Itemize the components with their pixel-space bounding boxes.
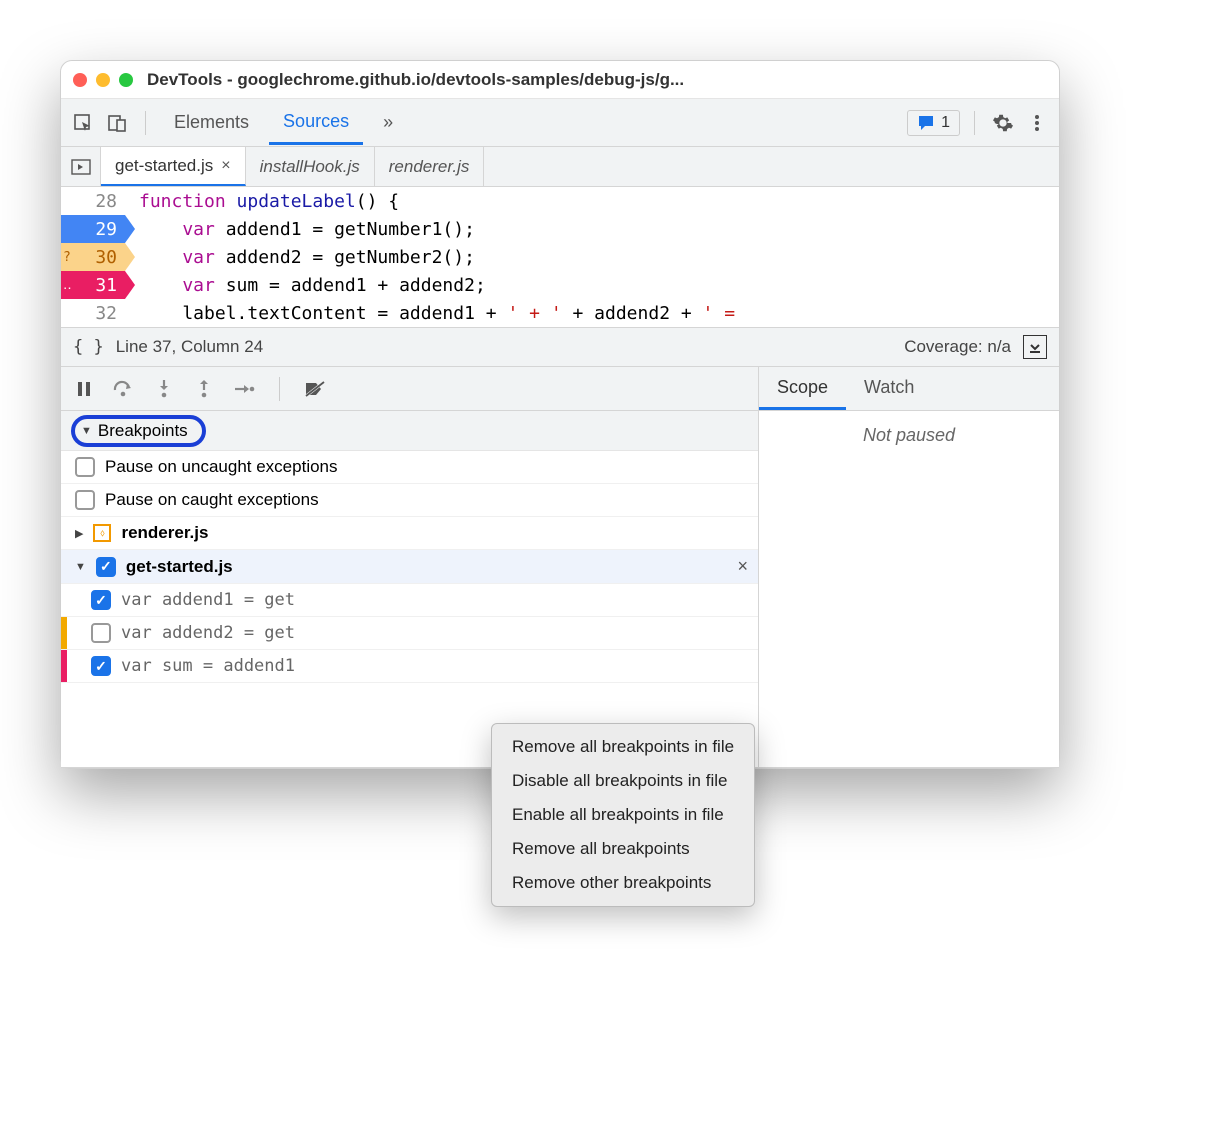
debugger-toolbar [61,367,758,411]
step-into-icon[interactable] [151,376,177,402]
breakpoint-file-get-started[interactable]: ▼ get-started.js × [61,550,758,584]
right-panel-tabs: Scope Watch [759,367,1059,411]
device-toggle-icon[interactable] [103,109,131,137]
navigator-toggle-icon[interactable] [61,147,101,186]
checkbox[interactable] [75,457,95,477]
line-number[interactable]: 32 [61,299,125,327]
line-number-breakpoint[interactable]: 29 [61,215,125,243]
line-number-conditional-breakpoint[interactable]: ?30 [61,243,125,271]
titlebar: DevTools - googlechrome.github.io/devtoo… [61,61,1059,99]
breakpoint-item[interactable]: var sum = addend1 [61,650,758,683]
file-tab-label: get-started.js [115,156,213,176]
divider [145,111,146,135]
editor-statusbar: { } Line 37, Column 24 Coverage: n/a [61,327,1059,367]
menu-remove-other[interactable]: Remove other breakpoints [492,866,754,900]
close-window-button[interactable] [73,73,87,87]
code-editor[interactable]: 28 29 ?30 ‥31 32 function updateLabel() … [61,187,1059,327]
breakpoint-file-renderer[interactable]: ▶ ⬨ renderer.js [61,517,758,550]
file-tab-label: renderer.js [389,157,470,177]
breakpoint-item[interactable]: var addend1 = get [61,584,758,617]
coverage-status: Coverage: n/a [904,337,1011,357]
issues-button[interactable]: 1 [907,110,960,136]
issues-count: 1 [941,114,950,132]
file-tab-label: installHook.js [260,157,360,177]
debug-right-panel: Scope Watch Not paused [759,367,1059,767]
menu-remove-all[interactable]: Remove all breakpoints [492,832,754,866]
step-out-icon[interactable] [191,376,217,402]
window-title: DevTools - googlechrome.github.io/devtoo… [147,70,1047,90]
tab-watch[interactable]: Watch [846,367,932,410]
tab-elements[interactable]: Elements [160,102,263,143]
breakpoint-code: var addend2 = get [121,623,295,643]
checkbox[interactable] [91,656,111,676]
checkbox[interactable] [91,623,111,643]
pretty-print-icon[interactable]: { } [73,337,104,357]
maximize-window-button[interactable] [119,73,133,87]
step-icon[interactable] [231,376,257,402]
scope-status: Not paused [759,411,1059,460]
chevron-right-icon: ▶ [75,527,83,540]
close-icon[interactable]: × [221,157,230,175]
step-over-icon[interactable] [111,376,137,402]
context-menu: Remove all breakpoints in file Disable a… [491,723,755,907]
divider [279,377,280,401]
file-name: renderer.js [121,523,208,543]
breakpoint-color-bar [61,617,67,649]
pause-icon[interactable] [71,376,97,402]
line-number-logpoint[interactable]: ‥31 [61,271,125,299]
collapse-button[interactable] [1023,335,1047,359]
tab-overflow[interactable]: » [369,102,407,143]
gutter[interactable]: 28 29 ?30 ‥31 32 [61,187,125,327]
debug-area: ▼ Breakpoints Pause on uncaught exceptio… [61,367,1059,768]
divider [974,111,975,135]
debug-left-panel: ▼ Breakpoints Pause on uncaught exceptio… [61,367,759,767]
minimize-window-button[interactable] [96,73,110,87]
file-tab-get-started[interactable]: get-started.js × [101,147,246,186]
file-name: get-started.js [126,557,233,577]
chevron-down-icon: ▼ [75,561,86,573]
pause-uncaught-row[interactable]: Pause on uncaught exceptions [61,451,758,484]
breakpoint-item[interactable]: var addend2 = get [61,617,758,650]
menu-enable-all-in-file[interactable]: Enable all breakpoints in file [492,798,754,832]
inspect-icon[interactable] [69,109,97,137]
checkbox[interactable] [96,557,116,577]
cursor-position: Line 37, Column 24 [116,337,263,357]
pause-uncaught-label: Pause on uncaught exceptions [105,457,338,477]
kebab-icon[interactable] [1023,109,1051,137]
file-tab-renderer[interactable]: renderer.js [375,147,485,186]
line-number[interactable]: 28 [61,187,125,215]
deactivate-breakpoints-icon[interactable] [302,376,328,402]
file-tab-bar: get-started.js × installHook.js renderer… [61,147,1059,187]
pause-caught-label: Pause on caught exceptions [105,490,319,510]
breakpoint-code: var addend1 = get [121,590,295,610]
tab-scope[interactable]: Scope [759,367,846,410]
checkbox[interactable] [91,590,111,610]
js-file-icon: ⬨ [93,524,111,542]
close-icon[interactable]: × [737,556,748,577]
menu-disable-all-in-file[interactable]: Disable all breakpoints in file [492,764,754,798]
checkbox[interactable] [75,490,95,510]
breakpoint-code: var sum = addend1 [121,656,295,676]
chevron-down-icon: ▼ [81,425,92,437]
breakpoint-color-bar [61,650,67,682]
gear-icon[interactable] [989,109,1017,137]
traffic-lights [73,73,133,87]
tab-sources[interactable]: Sources [269,101,363,145]
pause-caught-row[interactable]: Pause on caught exceptions [61,484,758,517]
main-toolbar: Elements Sources » 1 [61,99,1059,147]
code-lines[interactable]: function updateLabel() { var addend1 = g… [125,187,1059,327]
devtools-window: DevTools - googlechrome.github.io/devtoo… [60,60,1060,769]
breakpoints-label: Breakpoints [98,421,188,441]
breakpoints-section-header[interactable]: ▼ Breakpoints [61,411,758,451]
menu-remove-all-in-file[interactable]: Remove all breakpoints in file [492,730,754,764]
file-tab-installhook[interactable]: installHook.js [246,147,375,186]
